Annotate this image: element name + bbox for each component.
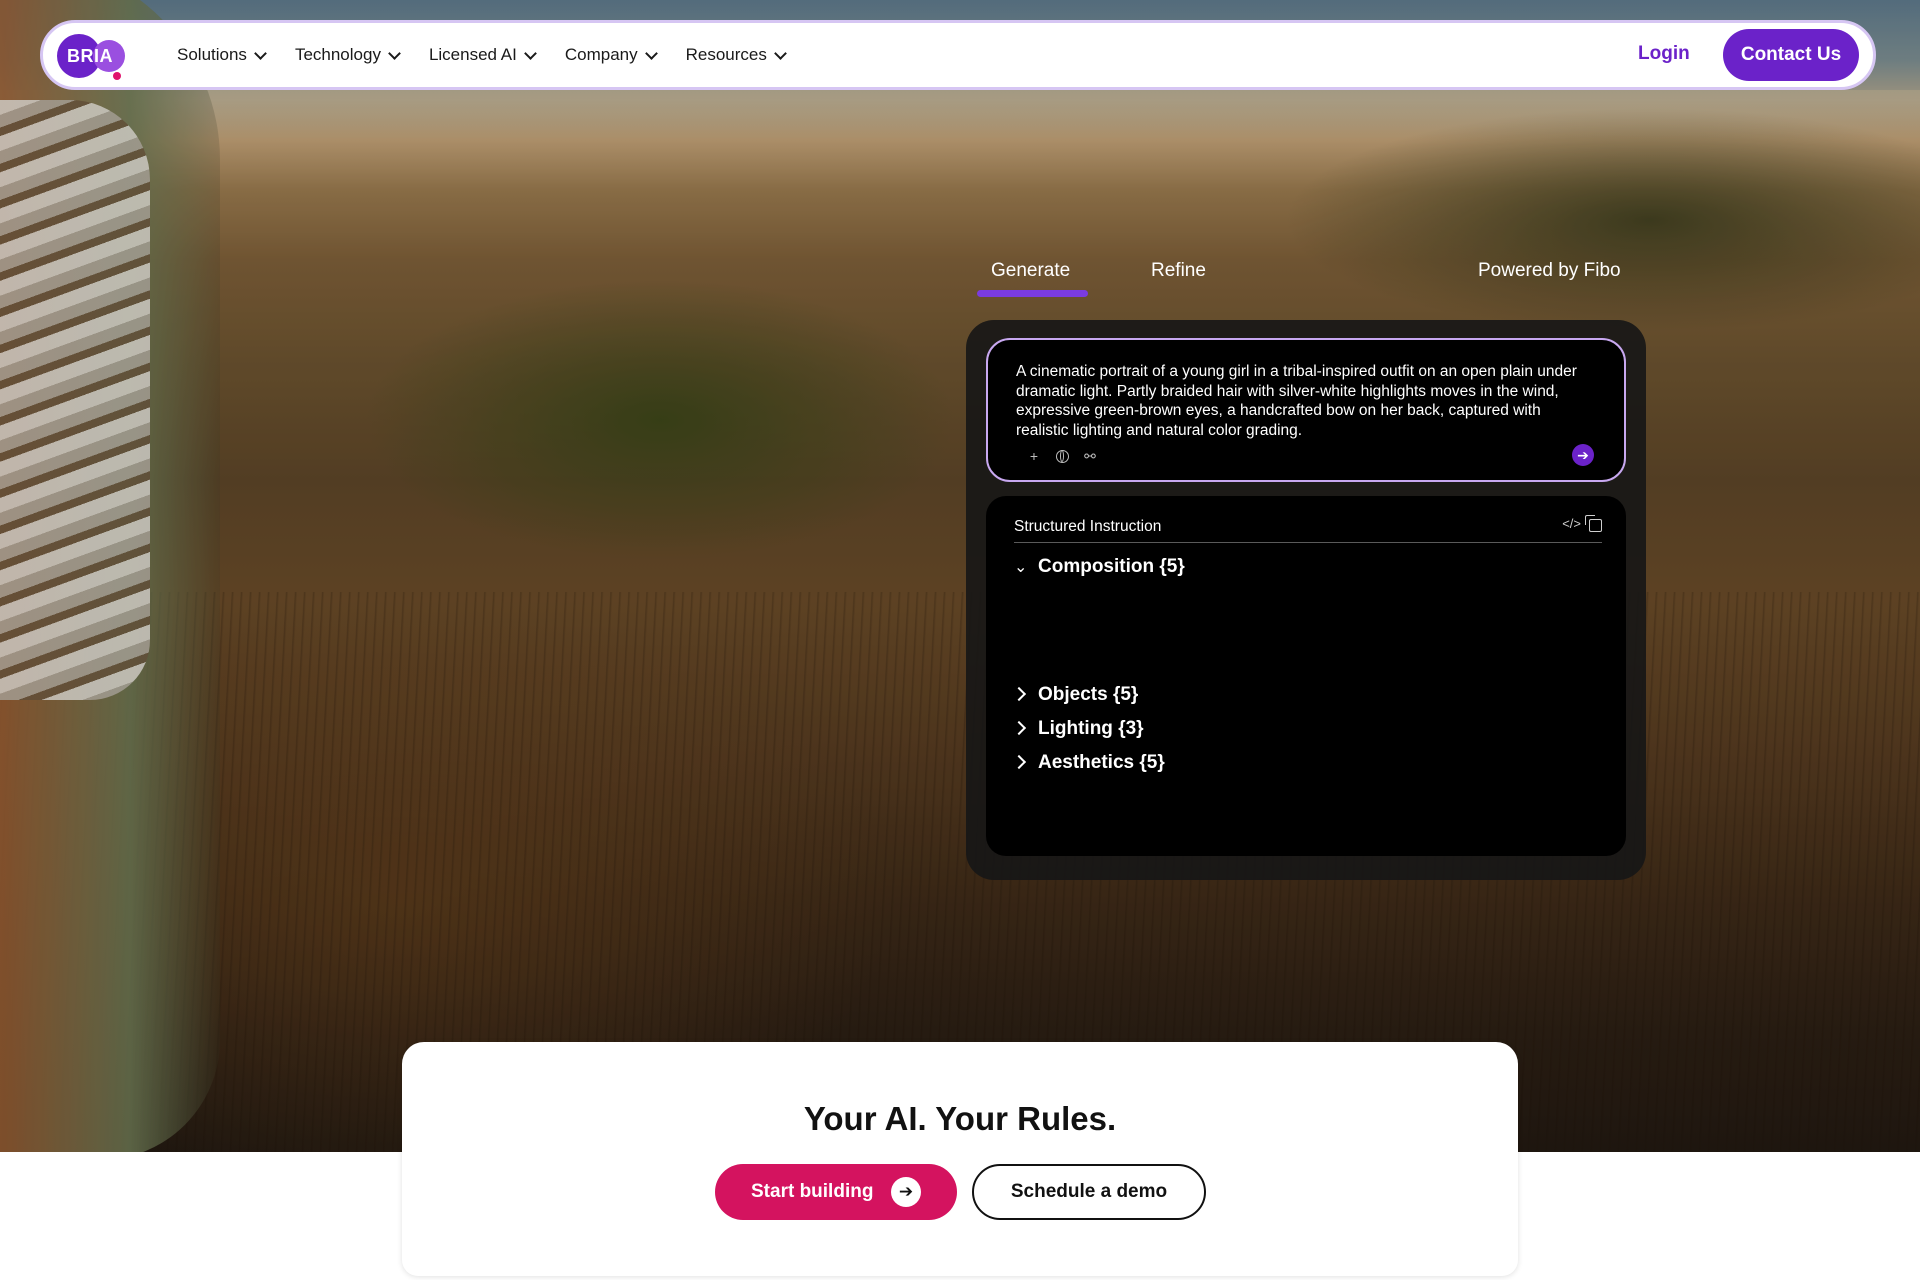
cta-headline: Your AI. Your Rules. <box>803 1100 1117 1137</box>
nav-item-label: Technology <box>294 45 381 64</box>
structured-toolbar: </> <box>1562 515 1602 532</box>
cta-card: Your AI. Your Rules. Start building ➔ Sc… <box>402 1042 1518 1276</box>
powered-by-label: Powered by Fibo <box>1478 260 1621 281</box>
chevron-right-icon <box>1011 686 1038 704</box>
tab-generate[interactable]: Generate <box>991 260 1070 282</box>
nav-item-label: Licensed AI <box>428 45 517 64</box>
chevron-down-icon <box>644 46 658 60</box>
bria-logo[interactable]: BRIA <box>57 34 127 80</box>
nav-item-label: Resources <box>685 45 767 64</box>
tree-item-lighting[interactable]: Lighting {3} <box>1011 718 1144 740</box>
send-arrow-button[interactable]: ➔ <box>1572 444 1594 466</box>
nav-item-company[interactable]: Company <box>564 45 658 65</box>
contact-us-button[interactable]: Contact Us <box>1723 29 1859 81</box>
tree-item-label: Lighting {3} <box>1038 718 1144 739</box>
start-building-label: Start building <box>751 1181 874 1202</box>
copy-icon[interactable] <box>1585 515 1602 532</box>
tree-item-objects[interactable]: Objects {5} <box>1011 684 1139 706</box>
top-navigation-bar: BRIA Solutions Technology Licensed AI Co… <box>40 20 1876 90</box>
collapse-icon: ⌄ <box>1014 559 1028 576</box>
nav-item-resources[interactable]: Resources <box>685 45 787 65</box>
settings-sliders-icon[interactable]: ⚯ <box>1082 448 1098 464</box>
nav-menu: Solutions Technology Licensed AI Company… <box>177 23 815 87</box>
structured-instruction-title: Structured Instruction <box>1014 518 1162 535</box>
chevron-right-icon <box>1011 720 1038 738</box>
nav-item-technology[interactable]: Technology <box>294 45 401 65</box>
plus-icon[interactable]: + <box>1026 448 1042 464</box>
chevron-down-icon <box>388 46 401 60</box>
active-tab-indicator <box>977 290 1088 297</box>
chevron-down-icon <box>523 46 537 60</box>
nav-item-label: Company <box>564 45 638 64</box>
tree-item-composition[interactable]: ⌄ Composition {5} <box>1014 556 1185 578</box>
prompt-toolbar: + ⚯ <box>1026 448 1098 465</box>
prompt-input-box[interactable]: A cinematic portrait of a young girl in … <box>986 338 1626 482</box>
chevron-down-icon <box>254 46 267 60</box>
chevron-right-icon <box>1011 754 1038 772</box>
tree-item-label: Aesthetics {5} <box>1038 752 1165 773</box>
logo-text: BRIA <box>67 46 113 66</box>
globe-icon <box>1055 449 1069 463</box>
chevron-down-icon <box>774 46 787 60</box>
schedule-demo-button[interactable]: Schedule a demo <box>972 1164 1206 1220</box>
globe-icon-button[interactable] <box>1054 448 1070 464</box>
nav-item-solutions[interactable]: Solutions <box>177 45 267 65</box>
nav-item-licensed-ai[interactable]: Licensed AI <box>428 45 537 65</box>
tab-refine[interactable]: Refine <box>1151 260 1206 282</box>
prompt-text[interactable]: A cinematic portrait of a young girl in … <box>1016 362 1596 440</box>
structured-instruction-panel: Structured Instruction </> ⌄ Composition… <box>986 496 1626 856</box>
nav-item-label: Solutions <box>177 45 247 64</box>
arrow-right-icon: ➔ <box>891 1177 921 1207</box>
tree-item-label: Objects {5} <box>1038 684 1139 705</box>
divider <box>1014 542 1602 543</box>
mode-tabs: Generate Refine Powered by Fibo <box>960 260 1660 300</box>
tree-item-label: Composition {5} <box>1038 556 1185 577</box>
tree-item-aesthetics[interactable]: Aesthetics {5} <box>1011 752 1165 774</box>
login-link[interactable]: Login <box>1638 43 1690 65</box>
logo-dot <box>113 72 121 80</box>
code-icon[interactable]: </> <box>1562 516 1581 532</box>
generator-panel: A cinematic portrait of a young girl in … <box>966 320 1646 880</box>
start-building-button[interactable]: Start building ➔ <box>715 1164 957 1220</box>
